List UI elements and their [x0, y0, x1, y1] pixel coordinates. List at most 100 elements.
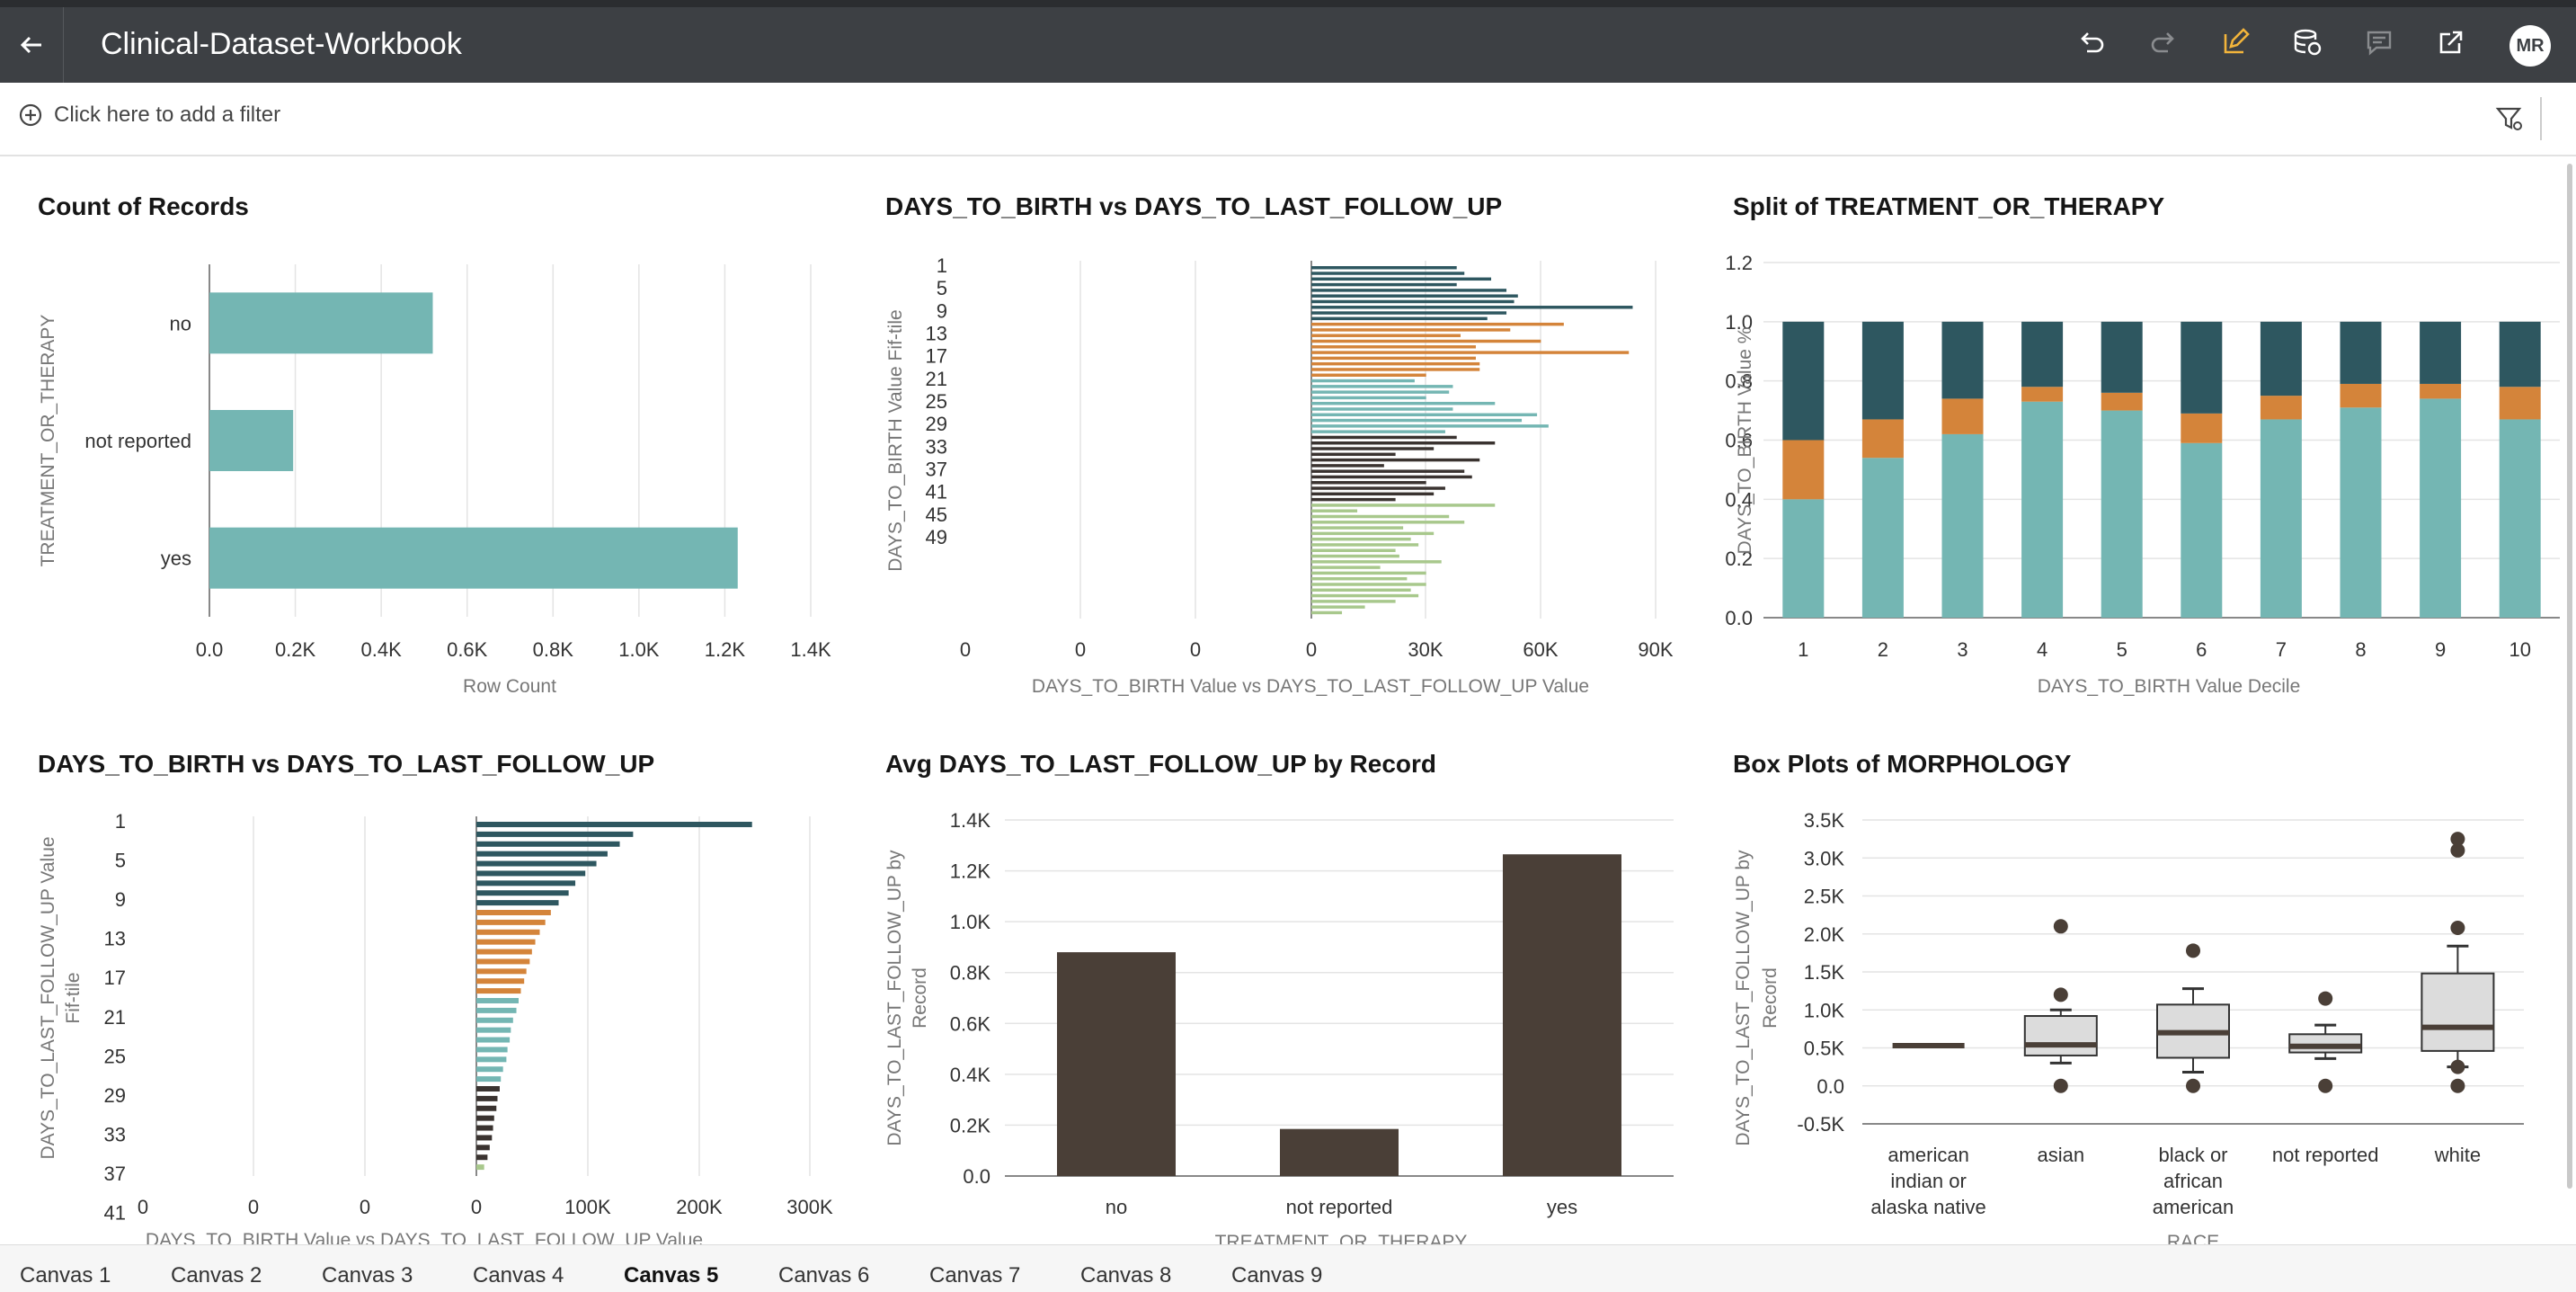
fiftile-top-bar	[1311, 531, 1435, 536]
fiftile-top-bar	[1311, 294, 1518, 298]
fiftile-bottom-x-tick: 300K	[786, 1196, 833, 1218]
y-tick-label: 0.2K	[950, 1114, 991, 1136]
box-outlier	[2053, 987, 2068, 1002]
fiftile-top-x-tick: 90K	[1638, 638, 1673, 661]
x-tick-label: alaska native	[1870, 1196, 1985, 1218]
fiftile-top-y-tick: 17	[926, 345, 947, 368]
fiftile-bottom-x-tick: 0	[360, 1196, 370, 1218]
fiftile-top-bar	[1311, 282, 1457, 287]
vertical-scrollbar[interactable]	[2567, 164, 2572, 1189]
fiftile-top-bar	[1311, 361, 1480, 366]
fiftile-top-x-tick: 0	[1075, 638, 1086, 661]
fiftile-top-bar	[1311, 486, 1445, 490]
fiftile-top-bar	[1311, 322, 1564, 326]
fiftile-top-bar	[1311, 588, 1411, 593]
y-category-label: yes	[161, 548, 191, 570]
tab-canvas-7[interactable]: Canvas 7	[929, 1263, 1020, 1288]
stack-segment-teal	[2499, 419, 2541, 618]
fiftile-bottom-y-tick: 21	[104, 1006, 126, 1029]
fiftile-top-bar	[1311, 475, 1472, 479]
fiftile-bottom-bar	[476, 978, 525, 985]
x-tick-label: not reported	[1286, 1196, 1393, 1218]
fiftile-bottom-bar	[476, 841, 620, 847]
x-tick-label: 3	[1957, 638, 1968, 661]
x-tick-label: american	[2153, 1196, 2234, 1218]
y-axis-title: Record	[910, 967, 930, 1029]
tab-canvas-5[interactable]: Canvas 5	[624, 1263, 718, 1288]
fiftile-top-y-tick: 9	[937, 299, 947, 322]
stack-segment-dark_teal	[2260, 321, 2302, 397]
x-tick-label: 8	[2355, 638, 2366, 661]
fiftile-top-bar	[1311, 548, 1396, 552]
fiftile-top-y-tick: 41	[926, 481, 947, 503]
fiftile-top-y-tick: 21	[926, 368, 947, 390]
fiftile-top-bar	[1311, 600, 1396, 603]
fiftile-top-bar	[1311, 452, 1396, 457]
fiftile-bottom-bar	[476, 1105, 497, 1111]
tab-canvas-4[interactable]: Canvas 4	[473, 1263, 564, 1288]
y-tick-label: 1.4K	[950, 809, 991, 832]
stack-segment-teal	[2260, 419, 2302, 618]
fiftile-bottom-y-tick: 17	[104, 967, 126, 989]
fiftile-top-bar	[1311, 610, 1343, 615]
stack-segment-teal	[1782, 499, 1825, 618]
fiftile-bottom-bar	[476, 1007, 517, 1013]
fiftile-bottom-bar	[476, 1086, 500, 1092]
y-axis-title: TREATMENT_OR_THERAPY	[38, 315, 58, 567]
fiftile-bottom-bar	[476, 1095, 498, 1101]
fiftile-top-x-tick: 30K	[1408, 638, 1443, 661]
fiftile-top-bar	[1311, 385, 1453, 388]
x-axis-title-clipped: DAYS_TO_BIRTH Value vs DAYS_TO_LAST_FOLL…	[146, 1230, 703, 1244]
stack-segment-dark_teal	[2499, 321, 2541, 388]
x-axis-title: DAYS_TO_BIRTH Value vs DAYS_TO_LAST_FOLL…	[1032, 676, 1589, 697]
stack-segment-teal	[1941, 433, 1984, 618]
fiftile-top-y-tick: 5	[937, 277, 947, 299]
fiftile-top-bar	[1311, 407, 1453, 411]
fiftile-top-bar	[1311, 447, 1435, 450]
bar-no	[1057, 952, 1176, 1176]
stack-segment-orange	[1861, 419, 1904, 459]
stack-segment-teal	[2021, 401, 2064, 618]
box-outlier	[2318, 991, 2333, 1006]
tab-canvas-9[interactable]: Canvas 9	[1231, 1263, 1322, 1288]
fiftile-top-bar	[1311, 605, 1365, 609]
fiftile-top-bar	[1311, 306, 1633, 309]
box-body	[2288, 1033, 2363, 1054]
y-tick-label: 0.0	[1725, 607, 1753, 629]
y-category-label: no	[170, 312, 191, 334]
fiftile-bottom-x-tick: 0	[248, 1196, 259, 1218]
x-tick-label: 0.2K	[275, 638, 316, 661]
x-tick-label: 7	[2276, 638, 2287, 661]
fiftile-bottom-x-tick: 100K	[564, 1196, 611, 1218]
y-tick-label: 2.5K	[1804, 886, 1845, 908]
fiftile-bottom-y-tick: 25	[104, 1045, 126, 1067]
tab-canvas-3[interactable]: Canvas 3	[322, 1263, 413, 1288]
stack-segment-dark_teal	[2101, 321, 2143, 393]
fiftile-bottom-y-tick: 5	[115, 850, 126, 872]
fiftile-top-bar	[1311, 401, 1496, 405]
tab-canvas-8[interactable]: Canvas 8	[1080, 1263, 1171, 1288]
fiftile-top-bar	[1311, 430, 1445, 433]
box-outlier	[2053, 919, 2068, 934]
x-axis-title-clipped: RACE	[2167, 1232, 2219, 1244]
x-tick-label: 5	[2117, 638, 2127, 661]
fiftile-bottom-bar	[476, 910, 551, 915]
stack-segment-orange	[2260, 396, 2302, 420]
bar-yes	[1503, 854, 1621, 1176]
fiftile-bottom-bar	[476, 900, 559, 906]
x-tick-label: 0.4K	[361, 638, 403, 661]
tab-canvas-6[interactable]: Canvas 6	[778, 1263, 869, 1288]
fiftile-top-bar	[1311, 593, 1419, 598]
fiftile-top-x-tick: 0	[1306, 638, 1317, 661]
fiftile-bottom-bar	[476, 1037, 511, 1043]
x-tick-label: 0.0	[196, 638, 224, 661]
tab-canvas-2[interactable]: Canvas 2	[171, 1263, 262, 1288]
fiftile-top-bar	[1311, 571, 1426, 575]
fiftile-top-bar	[1311, 334, 1461, 337]
tab-canvas-1[interactable]: Canvas 1	[20, 1263, 111, 1288]
stack-segment-orange	[2181, 413, 2223, 443]
stack-segment-orange	[2340, 383, 2382, 408]
stack-segment-dark_teal	[1861, 321, 1904, 420]
fiftile-top-bar	[1311, 351, 1630, 354]
fiftile-bottom-bar	[476, 870, 586, 877]
